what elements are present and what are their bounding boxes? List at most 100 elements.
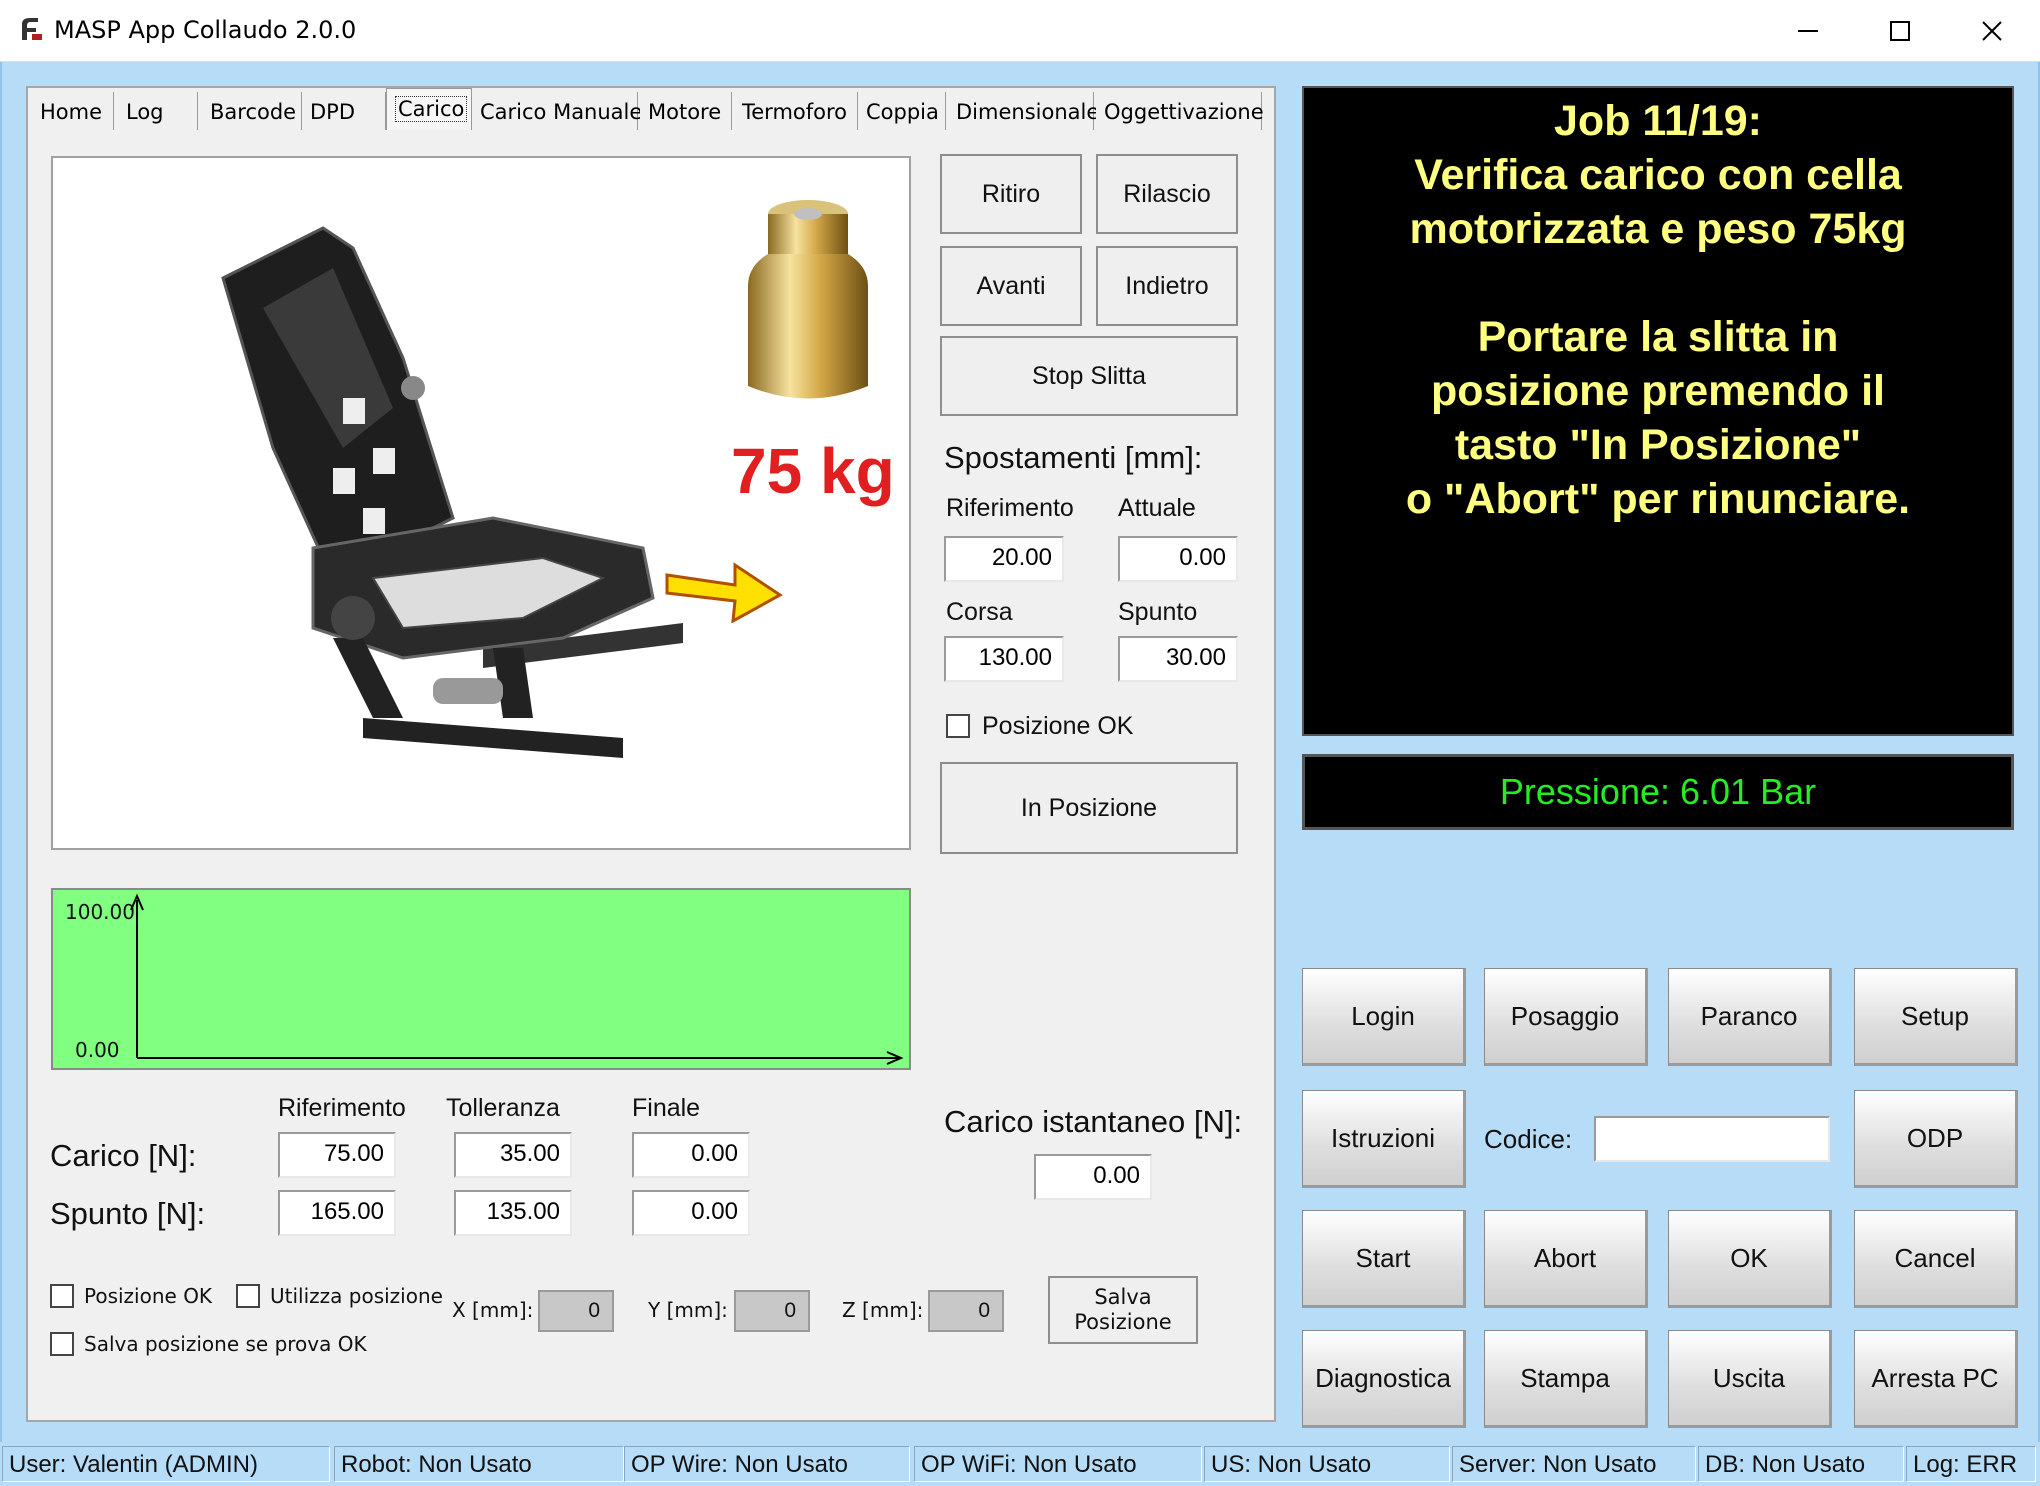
direction-arrow-icon [665,562,783,623]
x-label: X [mm]: [452,1298,534,1322]
uscita-button[interactable]: Uscita [1668,1330,1832,1428]
instruction-line [1304,256,2012,310]
salva-se-ok-checkbox[interactable] [50,1332,74,1356]
diagnostica-button[interactable]: Diagnostica [1302,1330,1466,1428]
weight-icon [748,200,868,399]
status-db: DB: Non Usato [1698,1446,1904,1482]
tab-barcode[interactable]: Barcode [202,92,302,130]
arresta-pc-button[interactable]: Arresta PC [1854,1330,2018,1428]
tab-oggettivazione[interactable]: Oggettivazione [1096,92,1264,130]
instruction-line: o "Abort" per rinunciare. [1405,475,1911,523]
title-bar: MASP App Collaudo 2.0.0 [0,0,2040,62]
instruction-line: tasto "In Posizione" [1454,421,1862,469]
rilascio-button[interactable]: Rilascio [1096,154,1238,234]
salva-posizione-button[interactable]: Salva Posizione [1048,1276,1198,1344]
instruction-line: Job 11/19: [1554,97,1762,145]
corsa-label: Corsa [946,598,1013,626]
tab-log[interactable]: Log [118,92,198,130]
spunto-label: Spunto [1118,598,1198,626]
carico-finale-field[interactable]: 0.00 [632,1132,750,1178]
salva-posizione-line1: Salva [1094,1285,1152,1309]
ok-button[interactable]: OK [1668,1210,1832,1308]
ritiro-button[interactable]: Ritiro [940,154,1082,234]
pos-ok-label: Posizione OK [84,1284,213,1308]
spostamenti-title: Spostamenti [mm]: [944,440,1203,475]
x-field[interactable]: 0 [538,1290,614,1332]
carico-istantaneo-label: Carico istantaneo [N]: [944,1104,1243,1139]
z-label: Z [mm]: [842,1298,924,1322]
utilizza-posizione-label: Utilizza posizione [270,1284,443,1308]
status-us: US: Non Usato [1204,1446,1450,1482]
status-user: User: Valentin (ADMIN) [2,1446,330,1482]
spunto-row-label: Spunto [N]: [50,1196,206,1231]
minimize-button[interactable] [1762,0,1854,62]
graph-axes [130,893,904,1065]
login-button[interactable]: Login [1302,968,1466,1066]
carico-tolleranza-field[interactable]: 35.00 [454,1132,572,1178]
instruction-line: motorizzata e peso 75kg [1409,205,1907,253]
header-riferimento: Riferimento [278,1094,406,1122]
maximize-button[interactable] [1854,0,1946,62]
tab-home[interactable]: Home [32,92,114,130]
stop-slitta-button[interactable]: Stop Slitta [940,336,1238,416]
window-title: MASP App Collaudo 2.0.0 [54,16,357,44]
cancel-button[interactable]: Cancel [1854,1210,2018,1308]
utilizza-posizione-checkbox[interactable] [236,1284,260,1308]
status-robot: Robot: Non Usato [334,1446,624,1482]
start-button[interactable]: Start [1302,1210,1466,1308]
carico-row-label: Carico [N]: [50,1138,197,1173]
spunto-finale-field[interactable]: 0.00 [632,1190,750,1236]
maximize-icon [1890,21,1910,41]
posaggio-button[interactable]: Posaggio [1484,968,1648,1066]
graph-y-max: 100.00 [65,900,135,924]
close-icon [1982,21,2002,41]
tab-carico[interactable]: Carico [386,88,472,130]
graph-y-min: 0.00 [75,1038,120,1062]
salva-se-ok-label: Salva posizione se prova OK [84,1332,367,1356]
tab-carico-manuale[interactable]: Carico Manuale [472,92,642,130]
minimize-icon [1798,30,1818,32]
tab-dpd[interactable]: DPD [302,92,386,130]
tab-termoforo[interactable]: Termoforo [734,92,858,130]
close-window-button[interactable] [1946,0,2038,62]
load-graph: 100.00 0.00 [51,888,911,1070]
posizione-ok-label: Posizione OK [982,712,1134,740]
stampa-button[interactable]: Stampa [1484,1330,1648,1428]
weight-label: 75 kg [731,435,895,507]
corsa-field[interactable]: 130.00 [944,636,1064,682]
tab-dimensionale[interactable]: Dimensionale [948,92,1099,130]
status-server: Server: Non Usato [1452,1446,1696,1482]
carico-riferimento-field[interactable]: 75.00 [278,1132,396,1178]
riferimento-label: Riferimento [946,494,1074,522]
z-field[interactable]: 0 [928,1290,1004,1332]
header-tolleranza: Tolleranza [446,1094,560,1122]
test-picture: 75 kg [51,156,911,850]
codice-input[interactable] [1594,1116,1830,1162]
indietro-button[interactable]: Indietro [1096,246,1238,326]
abort-button[interactable]: Abort [1484,1210,1648,1308]
instructions-panel: Job 11/19: Verifica carico con cella mot… [1302,86,2014,736]
pos-ok-checkbox[interactable] [50,1284,74,1308]
posizione-ok-checkbox[interactable] [946,714,970,738]
avanti-button[interactable]: Avanti [940,246,1082,326]
tab-carico-label: Carico [395,96,468,122]
spunto-riferimento-field[interactable]: 165.00 [278,1190,396,1236]
odp-button[interactable]: ODP [1854,1090,2018,1188]
spunto-tolleranza-field[interactable]: 135.00 [454,1190,572,1236]
setup-button[interactable]: Setup [1854,968,2018,1066]
tab-coppia[interactable]: Coppia [858,92,946,130]
y-field[interactable]: 0 [734,1290,810,1332]
status-op-wifi: OP WiFi: Non Usato [914,1446,1202,1482]
spunto-field[interactable]: 30.00 [1118,636,1238,682]
tab-motore[interactable]: Motore [640,92,732,130]
y-label: Y [mm]: [648,1298,728,1322]
carico-istantaneo-field[interactable]: 0.00 [1034,1154,1152,1200]
in-posizione-button[interactable]: In Posizione [940,762,1238,854]
instruction-line: posizione premendo il [1431,367,1885,415]
status-op-wire: OP Wire: Non Usato [624,1446,910,1482]
attuale-field[interactable]: 0.00 [1118,536,1238,582]
riferimento-field[interactable]: 20.00 [944,536,1064,582]
paranco-button[interactable]: Paranco [1668,968,1832,1066]
istruzioni-button[interactable]: Istruzioni [1302,1090,1466,1188]
pressure-display: Pressione: 6.01 Bar [1302,754,2014,830]
